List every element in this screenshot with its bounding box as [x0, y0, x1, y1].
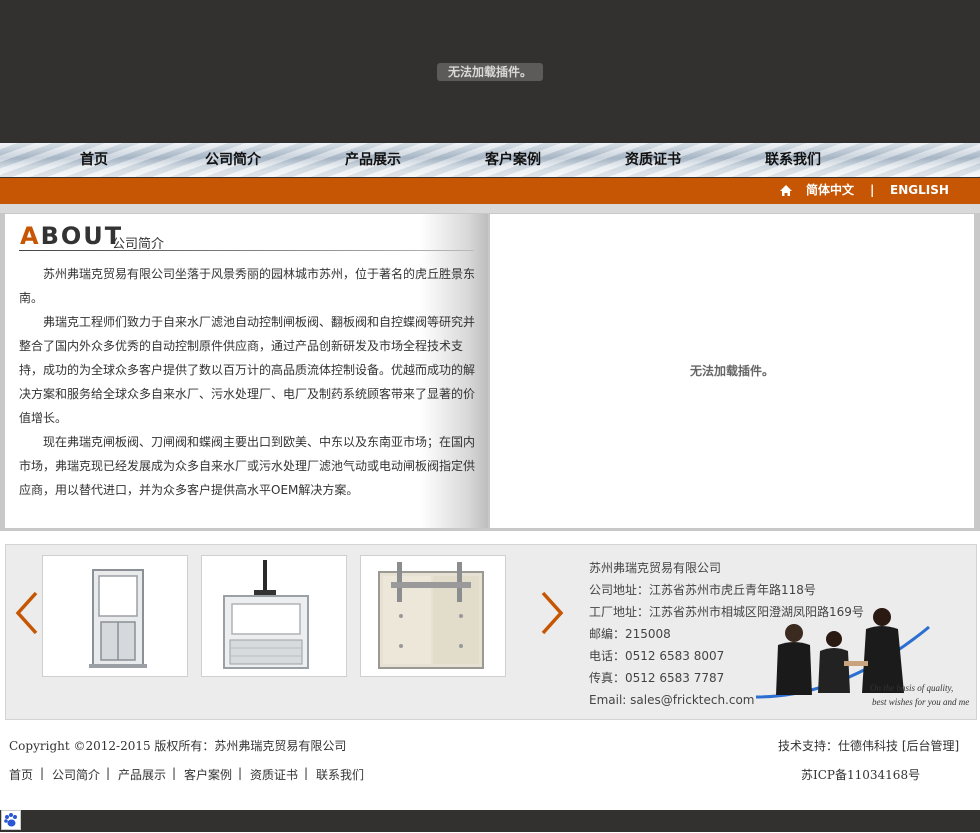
nav-item-products[interactable]: 产品展示 — [345, 143, 401, 177]
footer-link-certificates[interactable]: 资质证书 — [250, 766, 298, 783]
about-heading-underline — [19, 250, 474, 251]
product-thumbnail[interactable] — [201, 555, 347, 677]
nav-item-cases[interactable]: 客户案例 — [485, 143, 541, 177]
footer-link-about[interactable]: 公司简介 — [52, 766, 100, 783]
bottom-bar — [0, 810, 980, 832]
language-separator: | — [870, 183, 875, 197]
paw-icon[interactable] — [1, 810, 21, 830]
product-thumbnail[interactable] — [42, 555, 188, 677]
about-paragraph: 弗瑞克工程师们致力于自来水厂滤池自动控制闸板阀、翻板阀和自控蝶阀等研究并整合了国… — [19, 315, 476, 425]
footer: Copyright ©2012-2015 版权所有：苏州弗瑞克贸易有限公司 技术… — [0, 722, 980, 810]
plugin-panel-message: 无法加载插件。 — [689, 364, 774, 378]
plugin-error-message: 无法加载插件。 — [437, 63, 543, 81]
language-chinese-link[interactable]: 简体中文 — [806, 178, 854, 202]
contact-company: 苏州弗瑞克贸易有限公司 — [589, 561, 722, 575]
product-thumbnail[interactable] — [360, 555, 506, 677]
chevron-left-icon[interactable] — [12, 591, 42, 635]
language-bar: 简体中文 | ENGLISH — [0, 177, 980, 205]
nav-item-about[interactable]: 公司简介 — [205, 143, 261, 177]
footer-link-separator: | — [106, 766, 111, 780]
footer-tech-support[interactable]: 技术支持：仕德伟科技 [后台管理] — [778, 737, 959, 754]
language-english-link[interactable]: ENGLISH — [890, 178, 949, 202]
footer-icp[interactable]: 苏ICP备11034168号 — [801, 766, 920, 783]
home-icon[interactable] — [779, 184, 793, 197]
footer-link-home[interactable]: 首页 — [9, 766, 33, 783]
sluice-gate-image — [89, 569, 147, 668]
about-heading-large: ABOUT — [20, 222, 123, 250]
footer-link-contact[interactable]: 联系我们 — [316, 766, 364, 783]
about-text: 苏州弗瑞克贸易有限公司坐落于风景秀丽的园林城市苏州，位于著名的虎丘胜景东南。 弗… — [19, 262, 477, 502]
about-section: ABOUT 公司简介 苏州弗瑞克贸易有限公司坐落于风景秀丽的园林城市苏州，位于著… — [0, 213, 980, 531]
main-nav: 首页 公司简介 产品展示 客户案例 资质证书 联系我们 — [0, 143, 980, 177]
footer-link-separator: | — [172, 766, 177, 780]
knife-gate-image — [223, 560, 309, 669]
about-paragraph: 苏州弗瑞克贸易有限公司坐落于风景秀丽的园林城市苏州，位于著名的虎丘胜景东南。 — [19, 267, 476, 305]
footer-link-separator: | — [40, 766, 45, 780]
flap-gate-image — [378, 562, 484, 669]
footer-link-separator: | — [304, 766, 309, 780]
plugin-panel: 无法加载插件。 — [490, 214, 974, 528]
product-carousel-section: 苏州弗瑞克贸易有限公司 公司地址：江苏省苏州市虎丘青年路118号 工厂地址：江苏… — [5, 544, 977, 720]
about-heading-rest: BOUT — [40, 222, 124, 250]
slogan-line-2: best wishes for you and me — [872, 697, 969, 707]
section-divider — [0, 204, 980, 213]
nav-item-contact[interactable]: 联系我们 — [765, 143, 821, 177]
top-banner: 无法加载插件。 — [0, 0, 980, 143]
footer-link-separator: | — [238, 766, 243, 780]
footer-copyright: Copyright ©2012-2015 版权所有：苏州弗瑞克贸易有限公司 — [9, 739, 347, 753]
nav-item-certificates[interactable]: 资质证书 — [625, 143, 681, 177]
chevron-right-icon[interactable] — [537, 591, 567, 635]
about-paragraph: 现在弗瑞克闸板阀、刀闸阀和蝶阀主要出口到欧美、中东以及东南亚市场；在国内市场，弗… — [19, 435, 476, 497]
nav-item-home[interactable]: 首页 — [80, 143, 108, 177]
about-panel: ABOUT 公司简介 苏州弗瑞克贸易有限公司坐落于风景秀丽的园林城市苏州，位于著… — [5, 214, 488, 528]
business-handshake-image: On the basis of quality, best wishes for… — [755, 608, 969, 707]
footer-link-cases[interactable]: 客户案例 — [184, 766, 232, 783]
footer-link-products[interactable]: 产品展示 — [118, 766, 166, 783]
slogan-line-1: On the basis of quality, — [870, 683, 953, 693]
about-heading-initial: A — [20, 222, 41, 250]
